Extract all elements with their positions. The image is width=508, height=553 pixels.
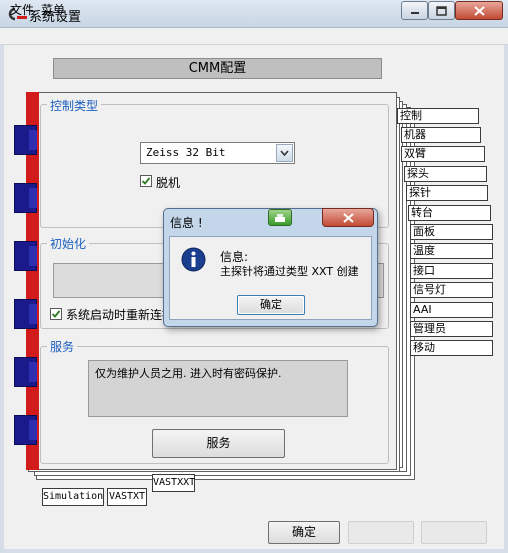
reconnect-checkbox[interactable] [50, 308, 62, 320]
service-button[interactable]: 服务 [152, 429, 285, 458]
side-tab[interactable]: 信号灯 [410, 282, 493, 298]
ok-button[interactable]: 确定 [268, 521, 340, 544]
page-header: CMM配置 [53, 58, 382, 79]
checkmark-icon [51, 310, 61, 318]
minimize-icon [410, 11, 419, 14]
checkmark-icon [141, 177, 151, 185]
service-title: 服务 [47, 338, 78, 355]
tab-vastxxt[interactable]: VASTXXT [152, 474, 195, 492]
side-tab[interactable]: 移动 [410, 340, 493, 356]
side-tab[interactable]: 面板 [410, 224, 493, 240]
menu-edit[interactable]: 菜单 [41, 1, 65, 18]
info-icon [181, 247, 206, 272]
side-tab[interactable]: 机器 [401, 127, 481, 143]
binder-ring [14, 357, 37, 387]
side-tab[interactable]: 接口 [410, 263, 493, 279]
maximize-button[interactable] [428, 1, 455, 20]
tab-vastxt[interactable]: VASTXT [107, 488, 147, 506]
binder-ring [14, 299, 37, 329]
tab-simulation[interactable]: Simulation [42, 488, 104, 506]
control-type-title: 控制类型 [47, 97, 102, 114]
side-tab[interactable]: 探头 [404, 166, 487, 182]
dialog-message-text: 主探针将通过类型 XXT 创建 [220, 265, 359, 278]
printer-icon [275, 213, 285, 222]
service-note: 仅为维护人员之用. 进入时有密码保护. [88, 360, 348, 417]
side-tab[interactable]: AAI [410, 302, 493, 318]
side-tab[interactable]: 控制 [397, 108, 479, 124]
disabled-button [348, 521, 414, 544]
select-dropdown-button[interactable] [276, 144, 293, 162]
side-tab[interactable]: 温度 [410, 243, 493, 259]
binder-ring [14, 415, 37, 445]
dialog-app-button[interactable] [268, 209, 292, 226]
menu-file[interactable]: 文件 [10, 1, 34, 18]
binder-ring [14, 125, 37, 155]
init-title: 初始化 [47, 235, 90, 252]
side-tab[interactable]: 转台 [408, 205, 491, 221]
side-tab[interactable]: 探针 [406, 185, 488, 201]
offline-checkbox[interactable] [140, 175, 152, 187]
disabled-button [421, 521, 487, 544]
dialog-ok-button[interactable]: 确定 [237, 295, 305, 315]
side-tab[interactable]: 管理员 [410, 321, 493, 337]
reconnect-label: 系统启动时重新连接 [66, 308, 175, 322]
minimize-button[interactable] [401, 1, 428, 20]
side-tab[interactable]: 双臂 [401, 146, 485, 162]
close-button[interactable] [455, 1, 503, 20]
control-type-select[interactable]: Zeiss 32 Bit [140, 142, 295, 164]
close-icon [473, 5, 485, 16]
binder-ring [14, 183, 37, 213]
binder-ring [14, 241, 37, 271]
maximize-icon [436, 5, 447, 16]
chevron-down-icon [280, 150, 289, 156]
close-icon [342, 212, 354, 223]
dialog-close-button[interactable] [322, 208, 374, 227]
dialog-title: 信息 ! [170, 216, 203, 230]
offline-label: 脱机 [156, 176, 181, 190]
menu-bar [0, 28, 508, 45]
